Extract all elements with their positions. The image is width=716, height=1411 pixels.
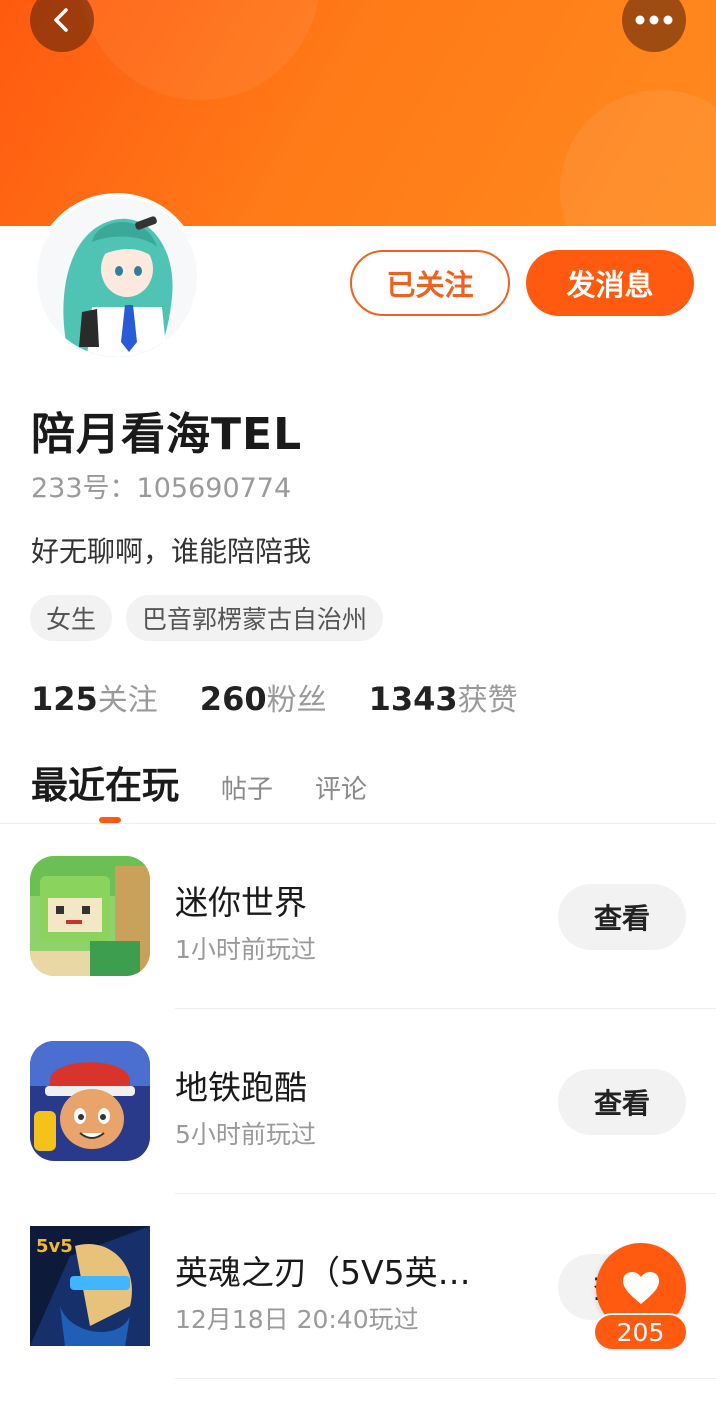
banner-decoration — [560, 90, 716, 226]
followers-count: 260 — [199, 680, 267, 718]
following-stat[interactable]: 125关注 — [31, 675, 158, 719]
game-title: 迷你世界 — [175, 883, 307, 922]
divider — [175, 1378, 716, 1379]
followers-stat[interactable]: 260粉丝 — [200, 675, 327, 719]
view-game-button[interactable]: 查看 — [558, 1069, 686, 1135]
profile-banner — [0, 0, 716, 226]
subway-surfers-game-icon — [30, 1041, 150, 1161]
game-list-item[interactable]: 迷你世界 1小时前玩过 查看 — [0, 856, 716, 1041]
following-label: 关注 — [97, 683, 158, 718]
chevron-left-icon — [54, 8, 68, 32]
svg-text:5v5: 5v5 — [36, 1236, 73, 1257]
like-count-badge: 205 — [593, 1313, 688, 1351]
tab-posts[interactable]: 帖子 — [221, 769, 273, 806]
profile-id-value: 105690774 — [136, 473, 292, 504]
followers-label: 粉丝 — [266, 683, 327, 718]
profile-name: 陪月看海TEL — [31, 409, 303, 460]
followed-button[interactable]: 已关注 — [350, 250, 510, 316]
divider — [175, 1008, 716, 1009]
hero-blade-game-icon: 5v5 — [30, 1226, 150, 1346]
divider — [0, 823, 716, 824]
game-list-item[interactable]: 地铁跑酷 5小时前玩过 查看 — [0, 1041, 716, 1226]
send-message-button[interactable]: 发消息 — [526, 250, 694, 316]
tab-recently-played[interactable]: 最近在玩 — [31, 755, 179, 809]
view-game-button[interactable]: 查看 — [558, 884, 686, 950]
profile-tabs: 最近在玩 帖子 评论 — [31, 755, 367, 809]
avatar[interactable] — [33, 193, 201, 361]
likes-received-count: 1343 — [368, 680, 458, 718]
game-title: 地铁跑酷 — [175, 1068, 307, 1107]
tab-comments[interactable]: 评论 — [315, 769, 367, 806]
profile-stats: 125关注 260粉丝 1343获赞 — [31, 675, 518, 719]
likes-stat: 1343获赞 — [369, 675, 518, 719]
heart-icon — [623, 1272, 659, 1304]
avatar-image — [37, 197, 197, 357]
game-last-played: 1小时前玩过 — [175, 935, 316, 964]
game-title: 英魂之刃（5V5英… — [175, 1253, 471, 1292]
game-last-played: 12月18日 20:40玩过 — [175, 1305, 419, 1334]
mini-world-game-icon — [30, 856, 150, 976]
location-tag: 巴音郭楞蒙古自治州 — [126, 595, 384, 641]
banner-decoration — [80, 0, 320, 100]
game-last-played: 5小时前玩过 — [175, 1120, 316, 1149]
profile-id: 233号：105690774 — [31, 466, 291, 505]
profile-bio: 好无聊啊，谁能陪陪我 — [31, 535, 312, 568]
divider — [175, 1193, 716, 1194]
more-dots-icon — [635, 15, 673, 25]
following-count: 125 — [31, 680, 98, 718]
likes-received-label: 获赞 — [457, 683, 518, 718]
gender-tag: 女生 — [30, 595, 113, 641]
profile-id-label: 233号： — [31, 473, 137, 504]
